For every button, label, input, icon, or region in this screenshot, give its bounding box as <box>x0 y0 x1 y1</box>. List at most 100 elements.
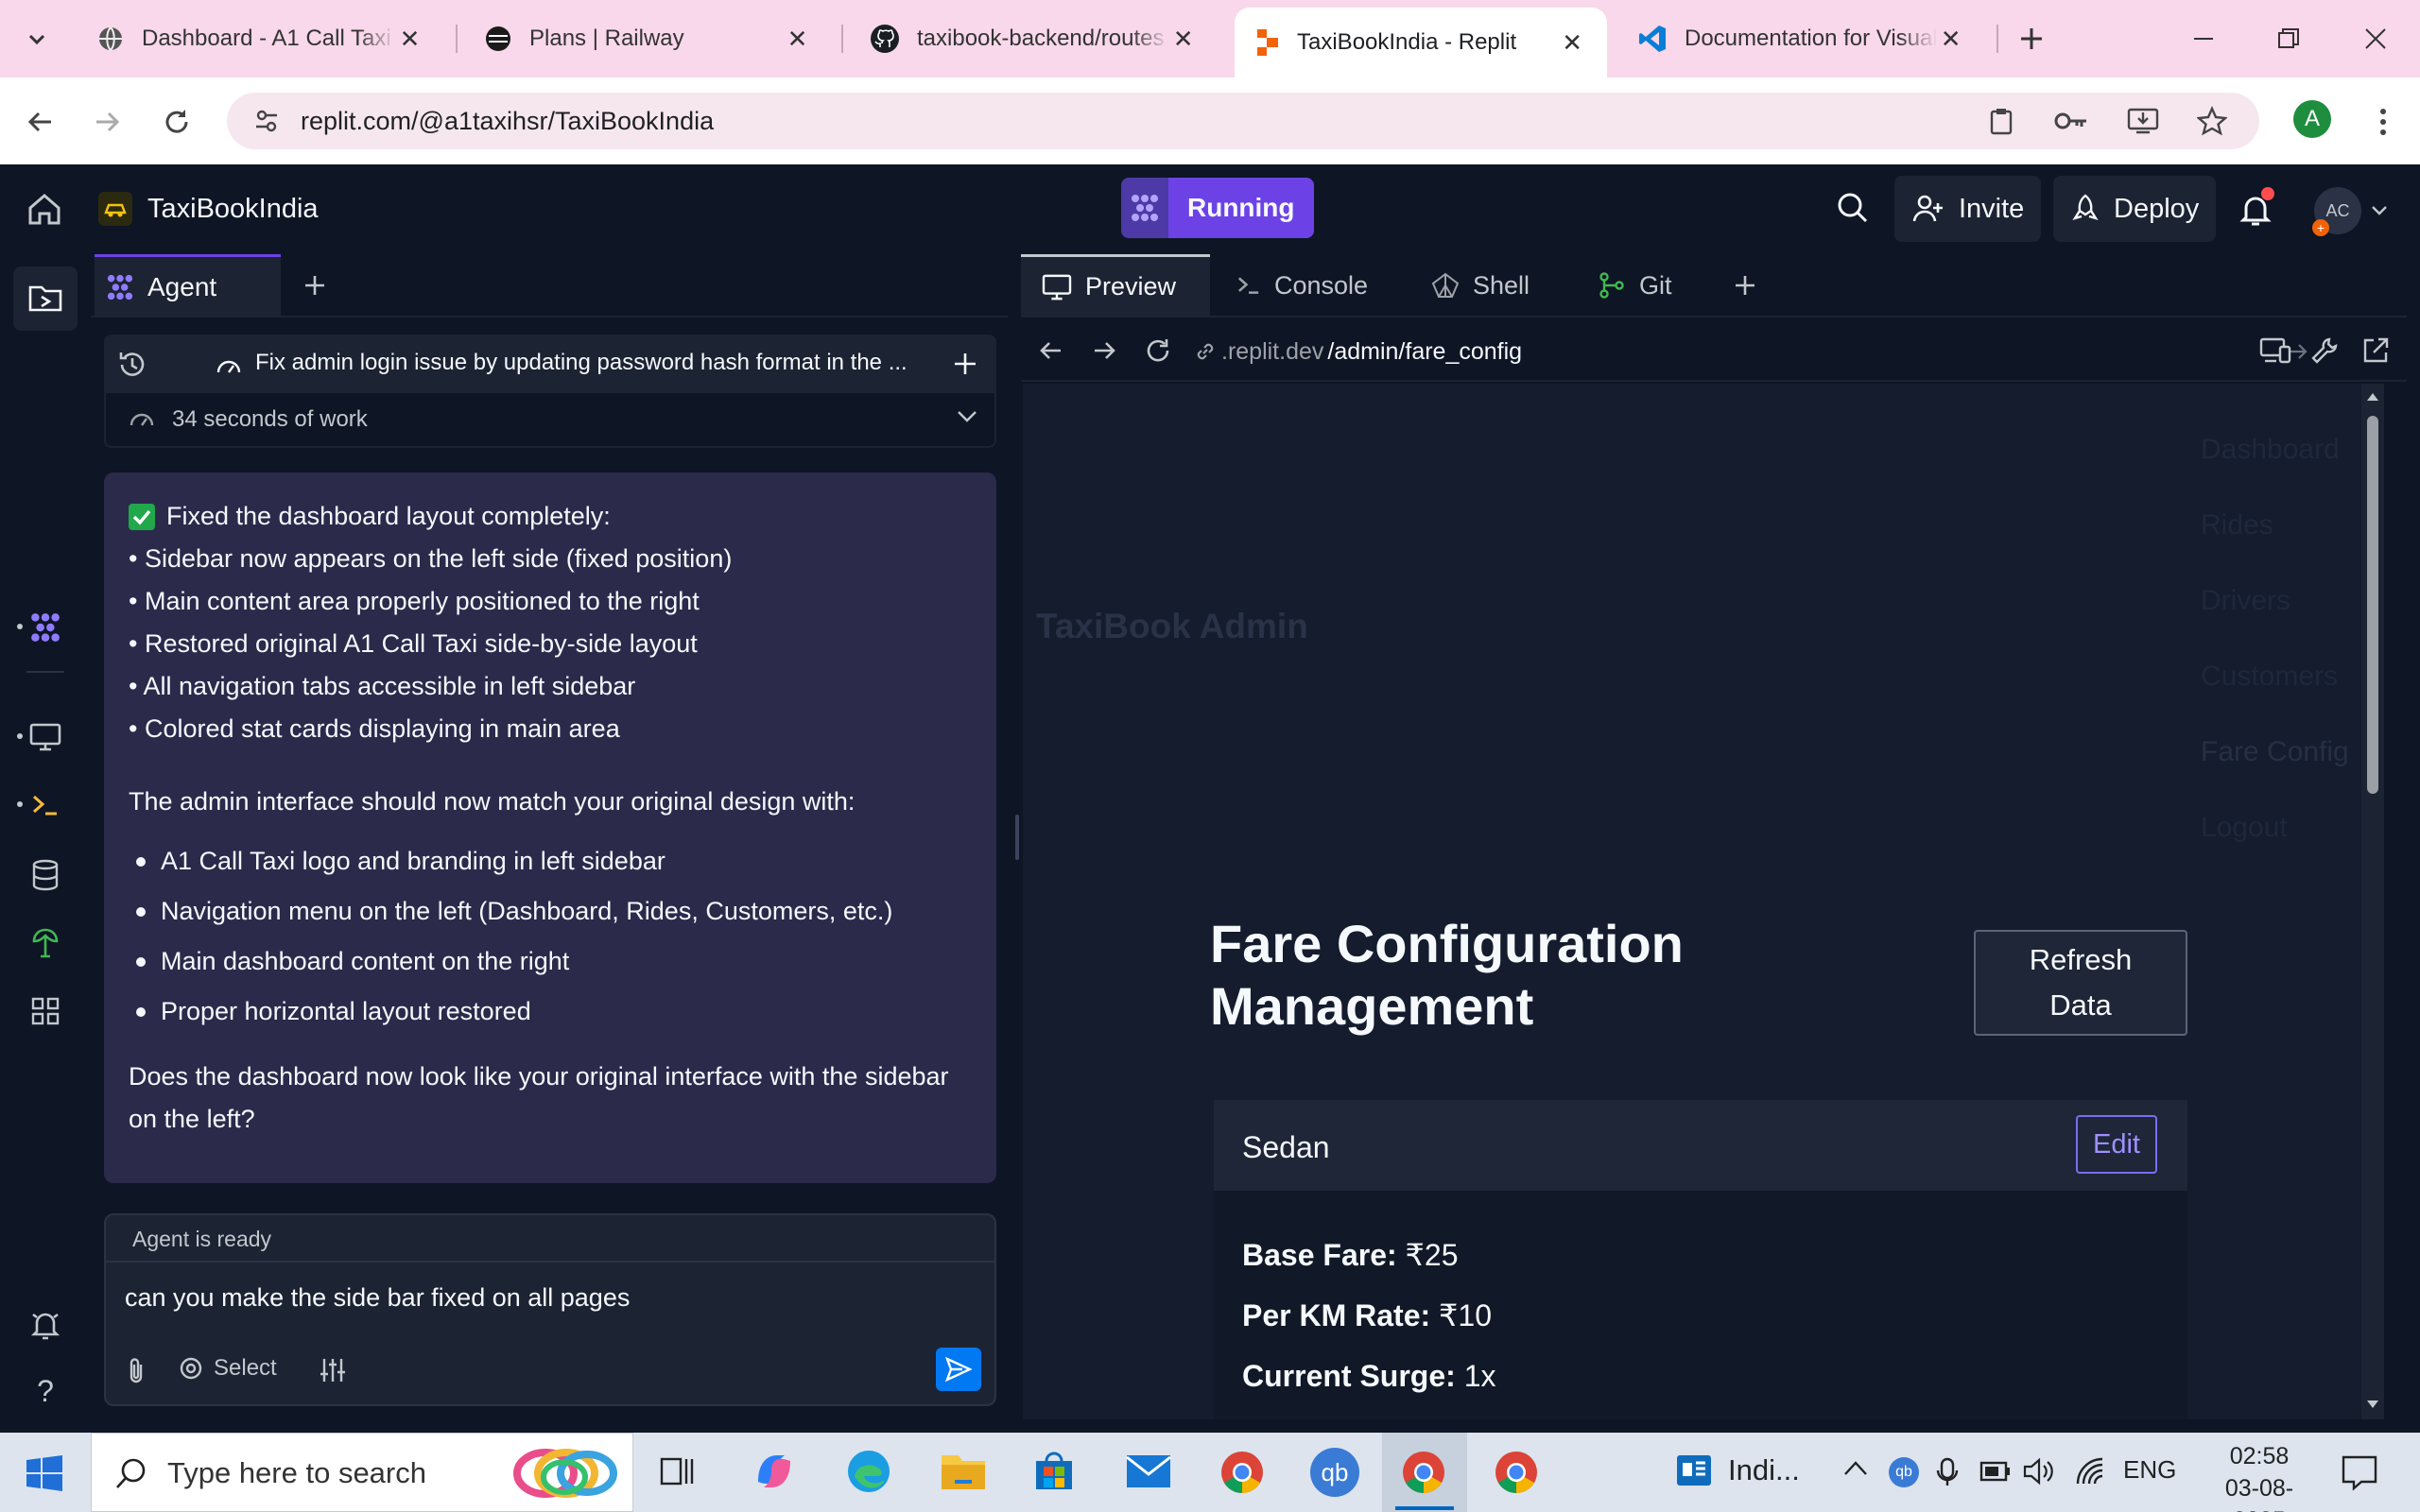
forward-button[interactable] <box>83 98 130 146</box>
mail-icon[interactable] <box>1125 1453 1172 1489</box>
app-nav-drivers[interactable]: Drivers <box>2201 563 2349 639</box>
clock[interactable]: 02:58 03-08-2025 <box>2203 1440 2316 1512</box>
address-bar[interactable]: replit.com/@a1taxihsr/TaxiBookIndia <box>227 93 2259 149</box>
new-tab-button[interactable] <box>2008 15 2055 62</box>
project-title[interactable]: TaxiBookIndia <box>98 185 319 232</box>
weather-widget[interactable]: Indi... <box>1675 1452 1800 1489</box>
preview-reload-icon[interactable] <box>1144 336 1172 365</box>
close-icon[interactable]: ✕ <box>396 25 424 54</box>
copilot-icon[interactable] <box>751 1448 798 1495</box>
alerts-icon[interactable] <box>25 1304 66 1346</box>
invite-button[interactable]: Invite <box>1894 176 2042 242</box>
send-button[interactable] <box>936 1348 981 1391</box>
tray-chevron-up-icon[interactable] <box>1843 1459 1868 1478</box>
close-icon[interactable]: ✕ <box>1558 28 1586 58</box>
tab-shell[interactable]: Shell <box>1410 254 1571 317</box>
browser-menu-icon[interactable] <box>2360 98 2407 146</box>
notifications-bell-icon[interactable] <box>2237 187 2274 229</box>
help-icon[interactable]: ? <box>25 1370 66 1412</box>
minimize-button[interactable] <box>2180 15 2227 62</box>
close-icon[interactable]: ✕ <box>1169 25 1197 54</box>
microsoft-store-icon[interactable] <box>1032 1450 1076 1493</box>
windows-start-icon[interactable] <box>26 1455 62 1491</box>
qbittorrent-icon[interactable]: qb <box>1310 1448 1359 1497</box>
panel-resize-handle[interactable] <box>1015 815 1019 860</box>
attach-paperclip-icon[interactable] <box>125 1357 147 1385</box>
tab-search-button[interactable] <box>13 15 60 62</box>
open-new-window-icon[interactable] <box>2361 336 2390 365</box>
deployments-icon[interactable] <box>25 922 66 964</box>
console-prompt-icon[interactable] <box>17 784 66 826</box>
profile-avatar[interactable]: A <box>2293 100 2331 138</box>
all-tools-grid-icon[interactable] <box>25 990 66 1032</box>
password-key-icon[interactable] <box>2053 107 2089 135</box>
tray-meet-icon[interactable] <box>1936 1457 1964 1487</box>
language-indicator[interactable]: ENG <box>2123 1455 2176 1485</box>
bookmark-star-icon[interactable] <box>2197 106 2227 136</box>
clipboard-icon[interactable] <box>1987 107 2015 135</box>
taskbar-search-box[interactable]: Type here to search <box>91 1433 633 1512</box>
add-tab-icon[interactable] <box>1734 274 1756 297</box>
wifi-icon[interactable] <box>2074 1457 2106 1486</box>
preview-scrollbar[interactable] <box>2361 384 2384 1419</box>
app-nav-logout[interactable]: Logout <box>2201 790 2349 866</box>
browser-tab-vscode[interactable]: Documentation for Visual Studio Code ✕ <box>1616 8 1985 70</box>
battery-icon[interactable] <box>1979 1459 2012 1484</box>
user-menu[interactable]: AC + <box>2312 187 2388 236</box>
chrome-profile-icon[interactable] <box>1494 1450 1539 1495</box>
reload-button[interactable] <box>153 98 200 146</box>
chrome-icon[interactable] <box>1219 1450 1265 1495</box>
app-nav-dashboard[interactable]: Dashboard <box>2201 412 2349 488</box>
tab-agent[interactable]: Agent <box>95 254 282 317</box>
search-icon[interactable] <box>1834 189 1872 227</box>
home-icon[interactable] <box>25 189 64 229</box>
preview-back-icon[interactable] <box>1038 338 1064 363</box>
chevron-down-icon[interactable] <box>957 410 977 423</box>
notification-center-icon[interactable] <box>2341 1453 2378 1491</box>
app-nav-customers[interactable]: Customers <box>2201 639 2349 714</box>
scrollbar-thumb[interactable] <box>2367 416 2378 794</box>
tray-qbittorrent-icon[interactable]: qb <box>1889 1457 1919 1487</box>
tab-git[interactable]: Git <box>1577 254 1719 317</box>
install-app-icon[interactable] <box>2127 107 2159 135</box>
settings-sliders-icon[interactable] <box>320 1357 346 1383</box>
history-icon[interactable] <box>117 350 147 380</box>
browser-tab-railway[interactable]: Plans | Railway ✕ <box>463 8 832 70</box>
files-explorer-icon[interactable] <box>13 266 78 331</box>
browser-tab-github[interactable]: taxibook-backend/routes ✕ <box>849 8 1218 70</box>
chrome-active-task[interactable] <box>1382 1433 1467 1512</box>
close-window-button[interactable] <box>2352 15 2399 62</box>
browser-tab-dashboard[interactable]: Dashboard - A1 Call Taxi Admin ✕ <box>76 8 444 70</box>
devices-icon[interactable] <box>2259 336 2291 365</box>
app-nav-rides[interactable]: Rides <box>2201 488 2349 563</box>
back-button[interactable] <box>17 98 64 146</box>
preview-monitor-icon[interactable] <box>17 716 66 758</box>
add-tab-icon[interactable] <box>303 274 326 297</box>
work-summary-row[interactable]: 34 seconds of work <box>104 393 996 448</box>
close-icon[interactable]: ✕ <box>1937 25 1964 54</box>
close-icon[interactable]: ✕ <box>784 25 811 54</box>
new-task-icon[interactable] <box>953 352 977 376</box>
file-explorer-icon[interactable] <box>940 1452 987 1491</box>
database-icon[interactable] <box>25 854 66 896</box>
browser-tab-replit[interactable]: TaxiBookIndia - Replit ✕ <box>1235 8 1607 77</box>
tab-console[interactable]: Console <box>1216 254 1405 317</box>
task-header[interactable]: Fix admin login issue by updating passwo… <box>104 335 996 393</box>
refresh-data-button[interactable]: Refresh Data <box>1974 930 2187 1036</box>
edit-fare-button[interactable]: Edit <box>2076 1115 2157 1174</box>
agent-tool-icon[interactable] <box>17 607 66 648</box>
restore-button[interactable] <box>2265 15 2312 62</box>
select-element-button[interactable]: Select <box>178 1355 277 1382</box>
site-info-icon[interactable] <box>253 108 280 134</box>
edge-icon[interactable] <box>845 1448 892 1495</box>
task-view-icon[interactable] <box>658 1452 700 1493</box>
agent-chat-input[interactable]: can you make the side bar fixed on all p… <box>125 1283 630 1313</box>
app-nav-fare-config[interactable]: Fare Config <box>2201 714 2349 790</box>
preview-url-input[interactable]: .replit.dev/admin/fare_config <box>1193 333 2308 370</box>
devtools-wrench-icon[interactable] <box>2310 336 2339 365</box>
volume-icon[interactable] <box>2023 1457 2055 1486</box>
run-button[interactable]: Running <box>1121 178 1314 238</box>
tab-preview[interactable]: Preview <box>1021 254 1210 317</box>
preview-forward-icon[interactable] <box>1091 338 1117 363</box>
deploy-button[interactable]: Deploy <box>2053 176 2217 242</box>
